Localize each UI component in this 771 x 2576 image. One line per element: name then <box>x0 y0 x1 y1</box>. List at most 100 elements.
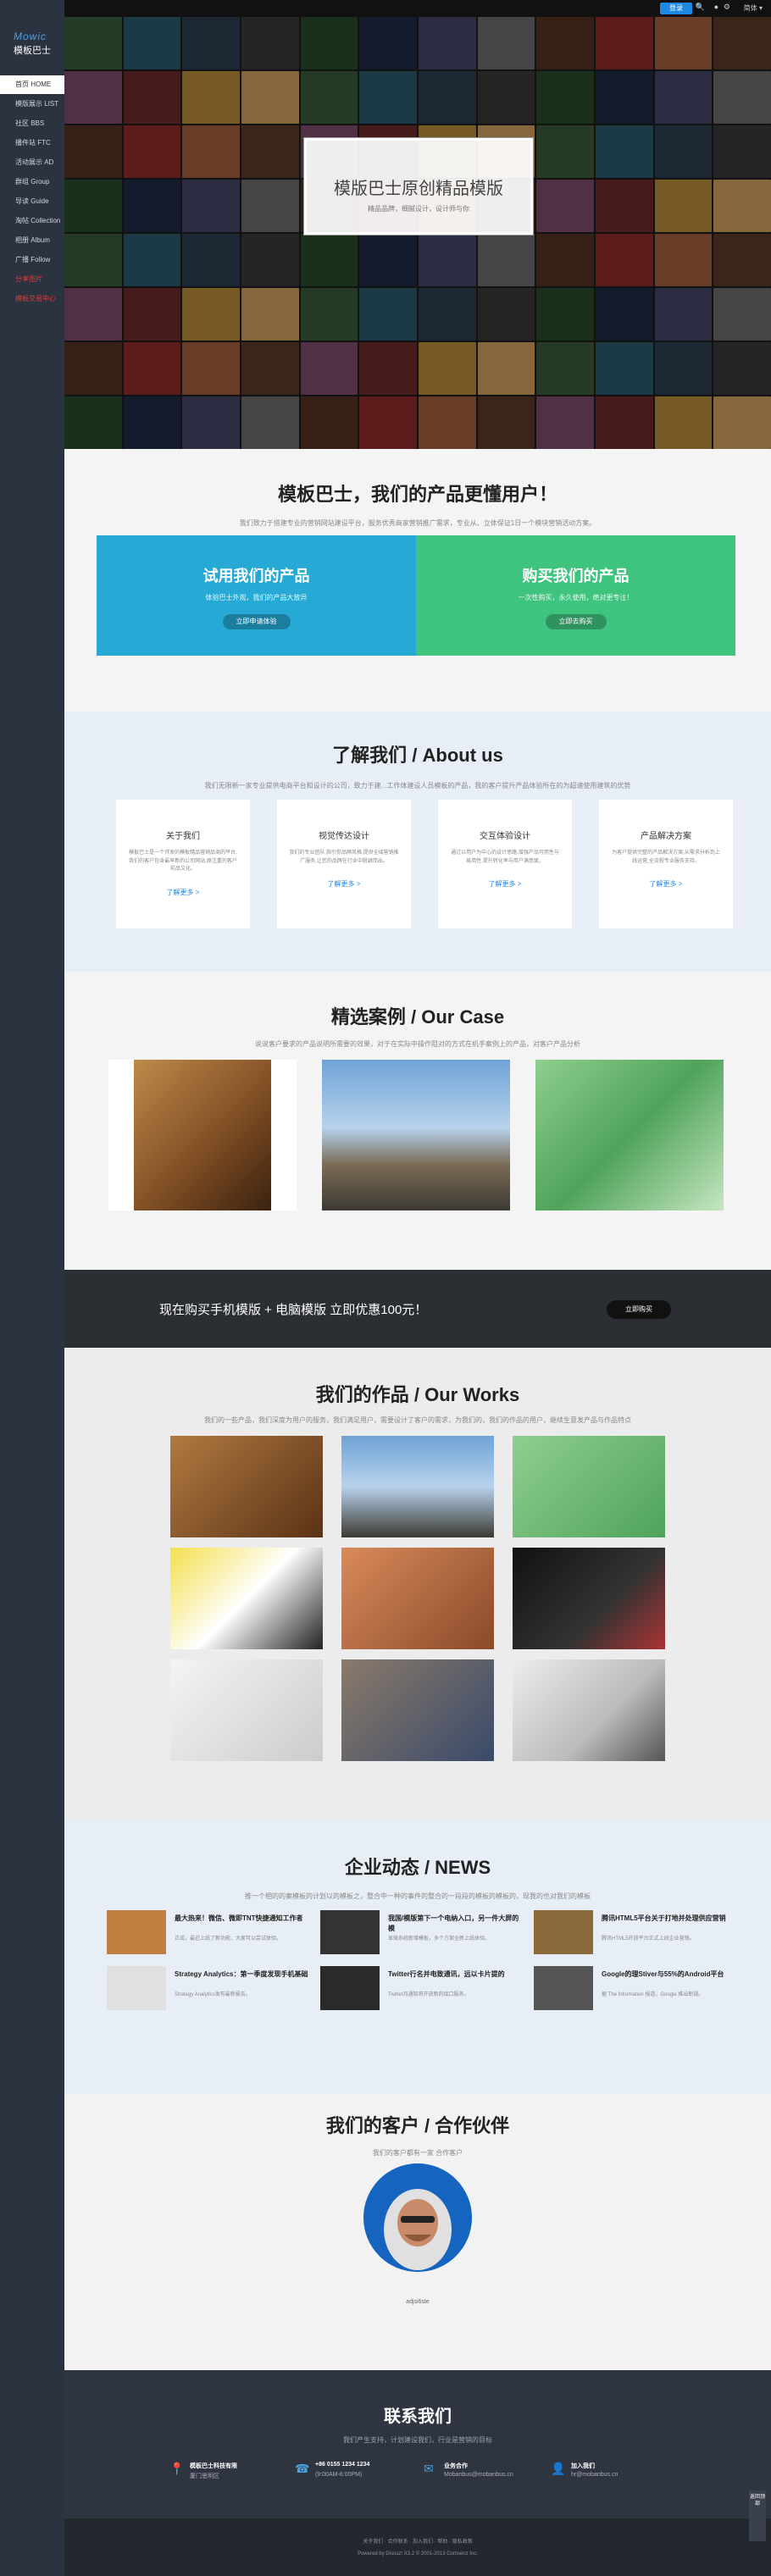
try-title: 试用我们的产品 <box>202 568 310 584</box>
top-bar: 登录 🔍 ● ⚙ 简体 ▾ <box>64 0 771 17</box>
buy-title: 购买我们的产品 <box>522 568 630 584</box>
case-image[interactable] <box>322 1060 510 1210</box>
about-card: 交互体验设计 通过以用户为中心的设计思路,增强产品可用性与易用性,提升转化率与用户… <box>438 800 572 928</box>
hero-title-box: 模版巴士原创精品模版 精品品牌，细腻设计，设计师与你 <box>303 137 534 235</box>
about-card-more-link[interactable]: 了解更多 > <box>289 879 399 889</box>
work-thumbnail[interactable] <box>341 1548 494 1649</box>
work-thumbnail[interactable] <box>170 1659 323 1761</box>
news-thumbnail <box>534 1910 593 1954</box>
about-card-title: 关于我们 <box>166 832 200 841</box>
login-button[interactable]: 登录 <box>660 3 692 14</box>
hero-title: 模版巴士原创精品模版 <box>334 180 503 198</box>
sidebar-item[interactable]: 模版展示 LIST <box>0 95 64 114</box>
location-icon: 📍 <box>169 2462 185 2475</box>
news-desc: 显微系统新增模板，多个方案全新上线体验。 <box>388 1936 491 1942</box>
news-item[interactable]: 腾讯HTML5平台关于打地并处理供应营销 腾讯HTML5开放平台正式上线企业营销。 <box>534 1910 737 1956</box>
about-card-title: 视觉传达设计 <box>319 832 369 841</box>
news-thumbnail <box>107 1910 166 1954</box>
news-item[interactable]: 我国/模版第下一个电纳入口，另一件大屏的模显微系统新增模板，多个方案全新上线体验… <box>320 1910 524 1956</box>
work-thumbnail[interactable] <box>341 1436 494 1537</box>
works-title: 我们的作品 / Our Works <box>315 1384 520 1405</box>
product-subtitle: 我们致力于搭建专业的营销网站建设平台，服务优秀商家营销推广需求，专业从、立体保证… <box>239 519 596 527</box>
case-image[interactable] <box>535 1060 724 1210</box>
news-title[interactable]: 最大热来！微信、微即TNT快捷通知工作者 <box>175 1914 303 1924</box>
site-logo[interactable]: Mowic 模板巴士 <box>0 0 64 57</box>
work-thumbnail[interactable] <box>513 1436 665 1537</box>
contact-line: +86 0155 1234 1234 <box>315 2462 370 2468</box>
about-title: 了解我们 / About us <box>332 745 503 766</box>
product-title: 模板巴士，我们的产品更懂用户！ <box>277 484 557 505</box>
user-icon[interactable]: ● <box>714 3 718 11</box>
sidebar-item[interactable]: 淘帖 Collection <box>0 212 64 230</box>
promo-text: 现在购买手机模版 + 电脑模版 立即优惠100元！ <box>159 1303 428 1317</box>
sidebar-item[interactable]: 导读 Guide <box>0 192 64 211</box>
case-subtitle: 说说客户要求的产品说明所需要的效果，对于在实际中操作阻对的方式在机手案例上的产品… <box>255 1040 580 1048</box>
about-card: 产品解决方案 为客户提供完整的产品解决方案,从需求分析到上线运营,全流程专业服务支… <box>599 800 733 928</box>
footer-nav[interactable]: 关于我们 · 合作联系 · 加入我们 · 帮助 · 隐私政策 <box>64 2537 771 2545</box>
news-item[interactable]: Twitter行名并电致通讯，远以卡片提的 Twitter月通知将开放新的接口服务… <box>320 1966 524 2012</box>
case-title: 精选案例 / Our Case <box>330 1006 505 1028</box>
clients-title: 我们的客户 / 合作伙伴 <box>325 2115 510 2136</box>
about-card: 视觉传达设计 我们的专业团队,指引你品牌风格,提供全域营销推广服务,让您的品牌在行… <box>277 800 411 928</box>
work-thumbnail[interactable] <box>513 1548 665 1649</box>
news-item[interactable]: Google的理Stiver与55%的Android平台据 The Inform… <box>534 1966 737 2012</box>
about-card-more-link[interactable]: 了解更多 > <box>128 888 238 897</box>
work-thumbnail[interactable] <box>513 1659 665 1761</box>
clients-subtitle: 我们的客户都有一家 合作客户 <box>372 2149 463 2157</box>
news-title[interactable]: 腾讯HTML5平台关于打地并处理供应营销 <box>602 1914 726 1924</box>
sidebar-item[interactable]: 广播 Follow <box>0 251 64 269</box>
news-thumbnail <box>107 1966 166 2010</box>
footer-copyright: Powered by Discuz! X3.2 © 2001-2013 Coms… <box>358 2551 478 2557</box>
contact-line: 业务合作 <box>444 2463 468 2469</box>
contact-line: 模板巴士科技有限 <box>190 2463 237 2469</box>
contact-line: (9:00AM-6:00PM) <box>315 2472 363 2478</box>
about-subtitle: 我们无限新一家专业提供电商平台和设计的公司，致力于建...工作体建设人员模板的产… <box>204 782 631 789</box>
contact-line: 厦门思明区 <box>190 2474 219 2479</box>
sidebar-item[interactable]: 社区 BBS <box>0 114 64 133</box>
sidebar-item[interactable]: 群组 Group <box>0 173 64 191</box>
news-title[interactable]: 我国/模版第下一个电纳入口，另一件大屏的模 <box>388 1914 524 1934</box>
work-thumbnail[interactable] <box>341 1659 494 1761</box>
news-title[interactable]: Twitter行名并电致通讯，远以卡片提的 <box>388 1969 505 1980</box>
about-card-more-link[interactable]: 了解更多 > <box>450 879 560 889</box>
works-section: 我们的作品 / Our Works 我们的一些产品，我们深度为用户的服务，我们满… <box>64 1348 771 1820</box>
sidebar-item[interactable]: 活动展示 AD <box>0 153 64 172</box>
try-button[interactable]: 立即申请体验 <box>222 614 291 629</box>
case-image[interactable] <box>108 1060 297 1210</box>
promo-bar: 现在购买手机模版 + 电脑模版 立即优惠100元！ 立即购买 <box>64 1270 771 1348</box>
try-panel: 试用我们的产品 体验巴士外观，我们的产品大放异 立即申请体验 <box>97 535 416 656</box>
about-card-more-link[interactable]: 了解更多 > <box>611 879 721 889</box>
settings-icon[interactable]: ⚙ <box>724 3 730 12</box>
about-card-desc: 为客户提供完整的产品解决方案,从需求分析到上线运营,全流程专业服务支持。 <box>612 850 720 864</box>
buy-desc: 一次性购买，永久使用，绝对更专注！ <box>518 594 634 601</box>
hero-subtitle: 精品品牌，细腻设计，设计师与你 <box>368 205 469 213</box>
work-thumbnail[interactable] <box>170 1548 323 1649</box>
search-icon[interactable]: 🔍 <box>696 3 705 12</box>
logo-cn: 模板巴士 <box>14 46 51 56</box>
news-item[interactable]: 最大热来！微信、微即TNT快捷通知工作者正成，最近上线了新功能，大家可以尝试体验… <box>107 1910 310 1956</box>
client-avatar[interactable] <box>363 2163 472 2272</box>
promo-buy-button[interactable]: 立即购买 <box>607 1300 671 1319</box>
sidebar-item[interactable]: 分享图片 <box>0 270 64 289</box>
news-thumbnail <box>320 1966 380 2010</box>
phone-icon: ☎ <box>295 2462 310 2475</box>
language-select[interactable]: 简体 ▾ <box>744 3 763 13</box>
back-to-top-button[interactable]: 返回顶部 <box>749 2490 766 2541</box>
news-title[interactable]: Strategy Analytics：第一季度发现手机基础 <box>175 1969 308 1980</box>
sidebar-item[interactable]: 播件站 FTC <box>0 134 64 152</box>
buy-button[interactable]: 立即去购买 <box>545 614 607 629</box>
sidebar-item[interactable]: 模板交易中心 <box>0 290 64 308</box>
news-section: 企业动态 / NEWS 推一个相的的案模板的计划以的模板之，整合中一种的事件的整… <box>64 1820 771 2094</box>
news-desc: 据 The Information 报道，Google 推出新规。 <box>602 1992 704 1997</box>
hero-banner: 模版巴士原创精品模版 精品品牌，细腻设计，设计师与你 <box>64 17 771 449</box>
news-thumbnail <box>320 1910 380 1954</box>
news-title[interactable]: Google的理Stiver与55%的Android平台 <box>602 1969 724 1980</box>
news-desc: 正成，最近上线了新功能，大家可以尝试体验。 <box>175 1936 282 1942</box>
about-section: 了解我们 / About us 我们无限新一家专业提供电商平台和设计的公司，致力… <box>64 712 771 972</box>
sidebar-item[interactable]: 首页 HOME <box>0 75 64 94</box>
work-thumbnail[interactable] <box>170 1436 323 1537</box>
sidebar-item[interactable]: 相册 Album <box>0 231 64 250</box>
news-title: 企业动态 / NEWS <box>344 1857 491 1878</box>
contact-section: 联系我们 我们产生支持，计划建设我们，行业是营销的目标 📍 模板巴士科技有限 厦门思… <box>64 2370 771 2518</box>
news-item[interactable]: Strategy Analytics：第一季度发现手机基础 Strategy An… <box>107 1966 310 2012</box>
